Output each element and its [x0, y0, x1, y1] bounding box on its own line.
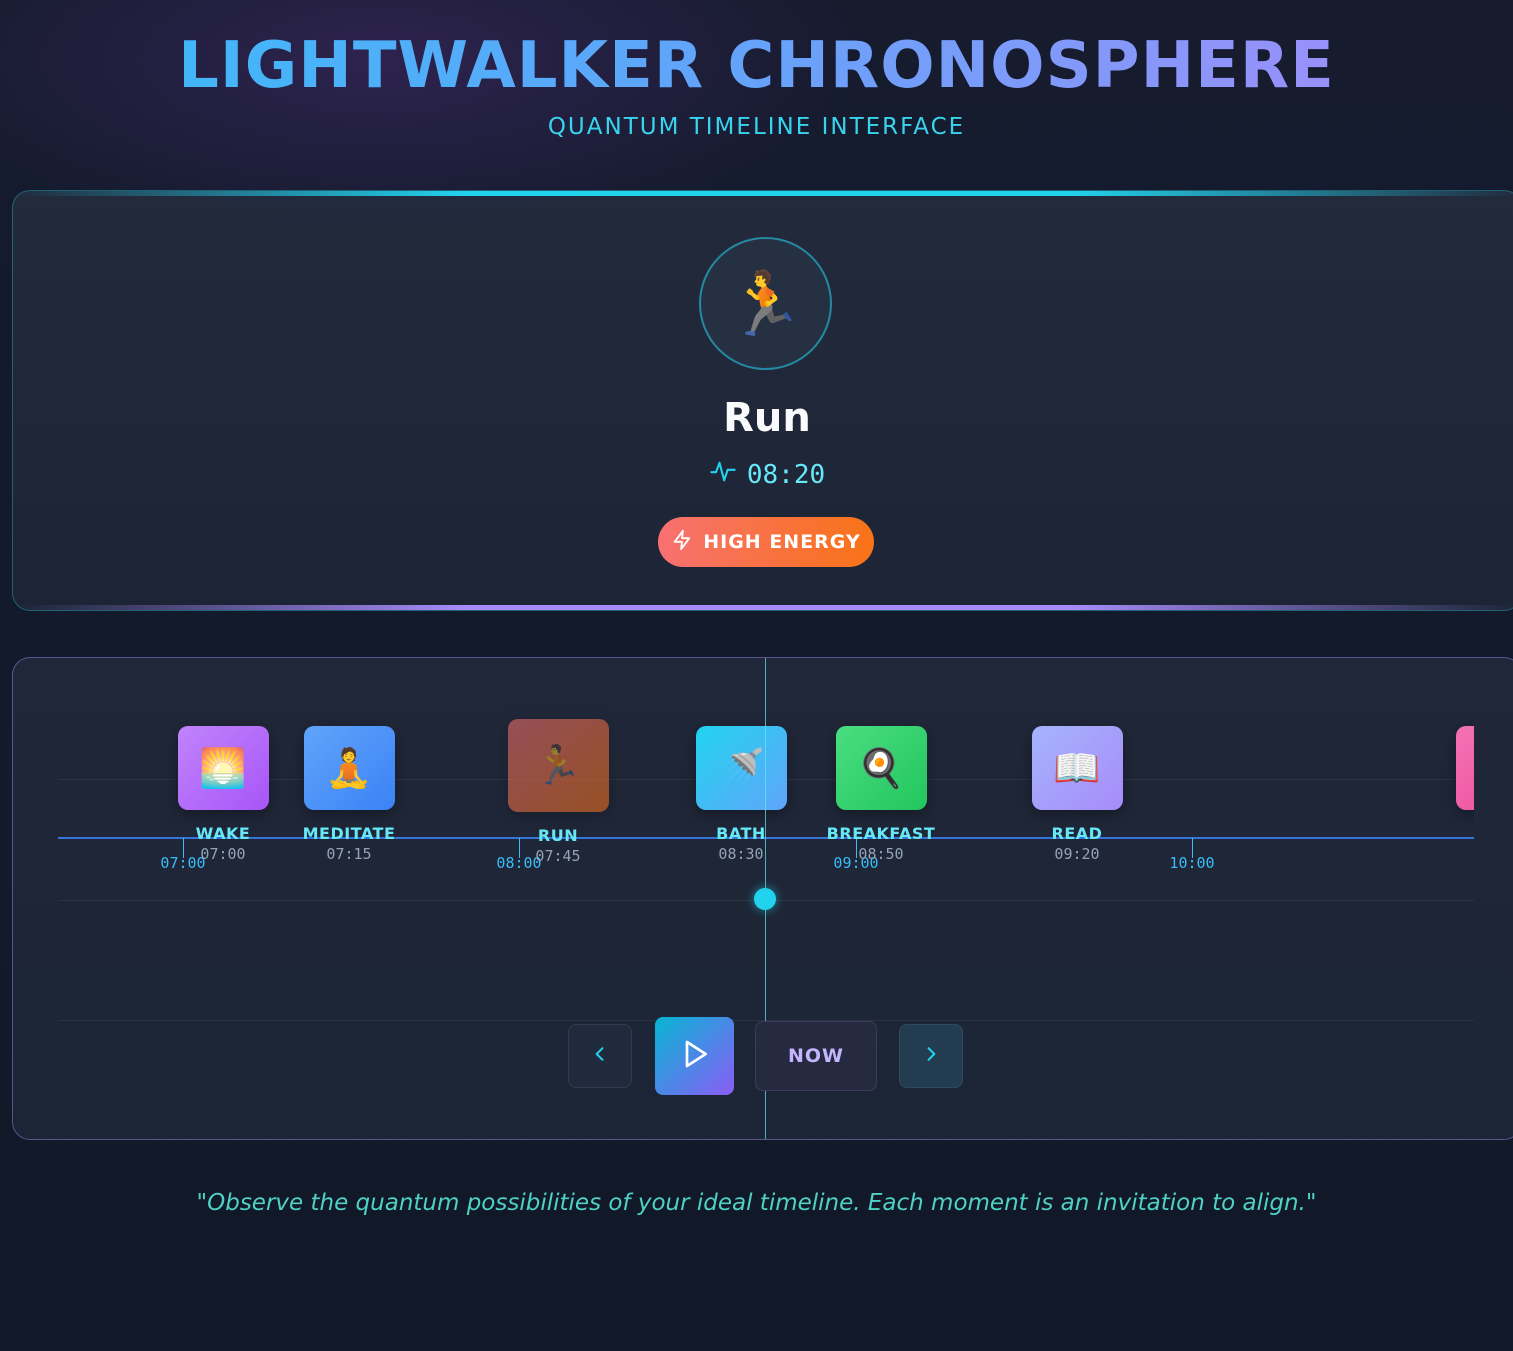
- event-label: BATH: [716, 824, 766, 843]
- event-time: 07:00: [200, 845, 246, 863]
- lightning-icon: [671, 529, 693, 556]
- event-label: BREAKFAST: [826, 824, 936, 843]
- pulse-icon: [709, 457, 737, 492]
- timeline-event-run[interactable]: 🏃 RUN 07:45: [498, 719, 618, 865]
- play-button[interactable]: [655, 1017, 734, 1095]
- header: LIGHTWALKER CHRONOSPHERE QUANTUM TIMELIN…: [0, 28, 1513, 140]
- app-title: LIGHTWALKER CHRONOSPHERE: [0, 28, 1513, 104]
- event-label: WAKE: [195, 824, 251, 843]
- event-icon: 🧘: [303, 726, 395, 810]
- inspirational-quote: "Observe the quantum possibilities of yo…: [196, 1190, 1317, 1216]
- event-icon: 🚿: [695, 726, 787, 810]
- hour-label: 10:00: [1169, 854, 1215, 872]
- current-activity-emoji: 🏃: [699, 237, 832, 370]
- event-time: 07:15: [326, 845, 372, 863]
- timeline-panel: 07:00 08:00 09:00 10:00 🌅 WAKE 07:00 🧘 MEDITATE 0…: [12, 657, 1513, 1140]
- event-time: 09:20: [1054, 845, 1100, 863]
- timeline-event-breakfast[interactable]: 🍳 BREAKFAST 08:50: [821, 726, 941, 863]
- event-icon: [1455, 726, 1474, 810]
- event-label: D: [1441, 824, 1474, 843]
- chevron-left-icon: [590, 1044, 610, 1068]
- energy-badge: HIGH ENERGY: [658, 517, 874, 567]
- event-icon: 🍳: [835, 726, 927, 810]
- event-icon: 🌅: [177, 726, 269, 810]
- current-activity-time: 08:20: [746, 459, 826, 490]
- event-time: 08:30: [718, 845, 764, 863]
- current-activity-time-row: 08:20: [13, 457, 1513, 492]
- chevron-right-icon: [921, 1044, 941, 1068]
- event-time: 08:50: [858, 845, 904, 863]
- play-icon: [679, 1038, 711, 1074]
- energy-label: HIGH ENERGY: [703, 531, 861, 553]
- timeline-event-meditate[interactable]: 🧘 MEDITATE 07:15: [289, 726, 409, 863]
- timeline-event-d[interactable]: D: [1441, 726, 1474, 845]
- event-label: RUN: [537, 826, 579, 845]
- app-subtitle: QUANTUM TIMELINE INTERFACE: [547, 114, 966, 140]
- timeline-event-read[interactable]: 📖 READ 09:20: [1017, 726, 1137, 863]
- timeline-event-wake[interactable]: 🌅 WAKE 07:00: [163, 726, 283, 863]
- current-activity-name: Run: [723, 395, 811, 441]
- timeline-event-bath[interactable]: 🚿 BATH 08:30: [681, 726, 801, 863]
- event-label: READ: [1051, 824, 1103, 843]
- event-time: 07:45: [535, 847, 581, 865]
- current-activity-card: 🏃 Run 08:20 HIGH ENERGY: [12, 190, 1513, 611]
- now-indicator-dot[interactable]: [754, 888, 776, 910]
- event-icon: 📖: [1031, 726, 1123, 810]
- now-button[interactable]: NOW: [755, 1021, 877, 1091]
- event-label: MEDITATE: [302, 824, 396, 843]
- next-button[interactable]: [899, 1024, 963, 1088]
- prev-button[interactable]: [568, 1024, 632, 1088]
- event-icon: 🏃: [507, 719, 609, 812]
